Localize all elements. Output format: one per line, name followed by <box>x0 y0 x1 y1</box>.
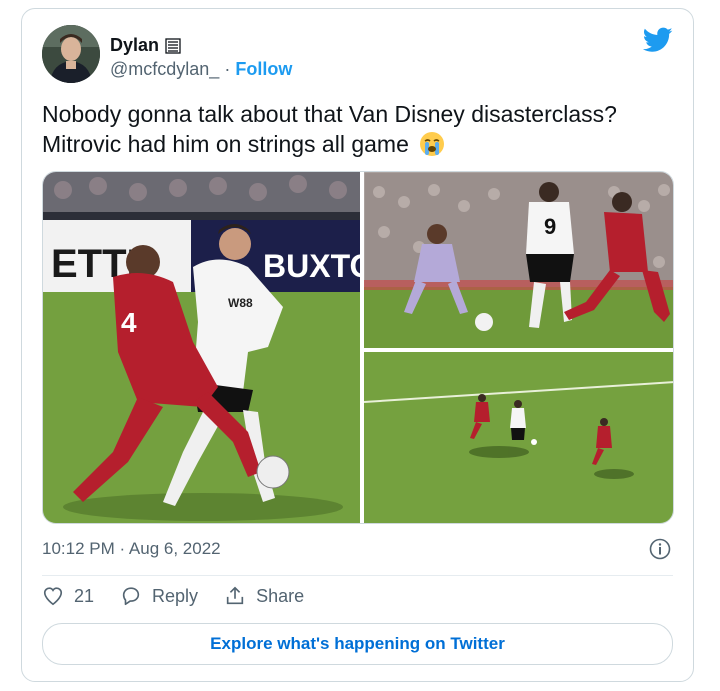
media-grid[interactable]: ETTE BUXTO W88 4 <box>42 171 674 524</box>
tweet-timestamp[interactable]: 10:12 PM · Aug 6, 2022 <box>42 539 221 559</box>
tweet-body: Nobody gonna talk about that Van Disney … <box>42 101 617 157</box>
sponsor-text: W88 <box>228 296 253 310</box>
reply-label: Reply <box>152 585 199 606</box>
share-label: Share <box>256 585 305 606</box>
like-count: 21 <box>74 585 95 606</box>
profile-avatar-image <box>42 25 100 83</box>
display-name[interactable]: Dylan <box>110 35 159 56</box>
follow-link[interactable]: Follow <box>235 59 292 79</box>
like-button[interactable]: 21 <box>42 585 94 607</box>
shirt-number-white: 9 <box>544 214 556 239</box>
divider <box>42 575 673 576</box>
tweet-card: Dylan @mcfcdylan_ · Follow Nobody gonna … <box>21 8 694 682</box>
tweet-text: Nobody gonna talk about that Van Disney … <box>42 99 682 159</box>
twitter-bird-icon[interactable] <box>643 27 673 53</box>
share-button[interactable]: Share <box>224 585 304 607</box>
ad-board-text-right: BUXTO <box>263 248 360 284</box>
info-icon[interactable] <box>649 538 671 560</box>
photo-wide-pitch[interactable] <box>364 352 674 524</box>
avatar[interactable] <box>42 25 100 83</box>
explore-label: Explore what's happening on Twitter <box>210 634 505 653</box>
shirt-number-red: 4 <box>121 307 137 338</box>
list-glyph-icon <box>165 37 181 54</box>
reply-button[interactable]: Reply <box>120 585 198 607</box>
share-icon <box>226 586 244 605</box>
reply-icon <box>122 587 140 606</box>
explore-twitter-button[interactable]: Explore what's happening on Twitter <box>42 623 673 665</box>
separator-dot: · <box>224 59 231 79</box>
author-name-row: Dylan <box>110 35 181 56</box>
action-bar: 21 Reply Share <box>42 585 330 607</box>
handle[interactable]: @mcfcdylan_ <box>110 59 219 79</box>
photo-goalmouth[interactable]: 9 <box>364 172 674 348</box>
handle-row: @mcfcdylan_ · Follow <box>110 59 292 80</box>
heart-icon <box>43 587 63 606</box>
loudly-crying-face-emoji <box>420 132 445 156</box>
photo-tackle-closeup[interactable]: ETTE BUXTO W88 4 <box>43 172 360 524</box>
